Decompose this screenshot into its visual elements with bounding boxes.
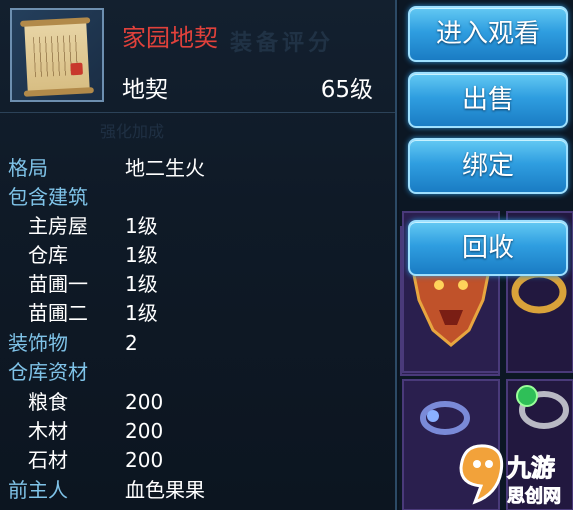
attr-value: 200 (125, 419, 164, 443)
attr-label: 前主人 (8, 478, 68, 502)
deed-scroll-icon (20, 17, 94, 97)
view-button[interactable]: 进入观看 (408, 6, 568, 62)
attr-value: 1级 (125, 214, 158, 238)
bind-button[interactable]: 绑定 (408, 138, 568, 194)
attr-value: 2 (125, 331, 138, 355)
attr-row: 格局 地二生火 (0, 154, 395, 182)
attr-row: 主房屋 1级 (0, 212, 395, 240)
attr-row: 仓库资材 (0, 358, 395, 386)
attr-value: 200 (125, 448, 164, 472)
attr-value: 200 (125, 390, 164, 414)
faint-subtitle: 强化加成 (100, 122, 165, 141)
attr-value: 地二生火 (125, 156, 205, 180)
attr-label: 主房屋 (28, 214, 88, 238)
item-name: 家园地契 (122, 24, 218, 52)
attr-row: 前主人 血色果果 (0, 476, 395, 504)
faint-title: 装备评分 (230, 31, 335, 56)
attr-row: 苗圃一 1级 (0, 270, 395, 298)
item-icon-frame (10, 8, 104, 102)
attr-label: 装饰物 (8, 331, 68, 355)
sell-button[interactable]: 出售 (408, 72, 568, 128)
item-level: 65级 (320, 77, 373, 103)
attr-label: 苗圃一 (28, 272, 88, 296)
attr-value: 1级 (125, 243, 158, 267)
attr-label: 仓库 (28, 243, 68, 267)
recycle-button[interactable]: 回收 (408, 220, 568, 276)
attr-label: 木材 (28, 419, 68, 443)
attr-row: 木材 200 (0, 417, 395, 445)
attr-row: 仓库 1级 (0, 241, 395, 269)
attr-row: 粮食 200 (0, 388, 395, 416)
item-type: 地契 (122, 77, 168, 103)
attr-value: 1级 (125, 301, 158, 325)
divider (0, 112, 395, 113)
attr-row: 装饰物 2 (0, 329, 395, 357)
attr-value: 1级 (125, 272, 158, 296)
attr-label: 格局 (8, 156, 48, 180)
attr-value: 血色果果 (125, 478, 205, 502)
item-tooltip: 装备评分 强化加成 家园地契 地契 65级 格局 地二生火 包含建筑 主房屋 1… (0, 0, 397, 510)
attr-label: 石材 (28, 448, 68, 472)
attr-row: 石材 200 (0, 446, 395, 474)
attr-row: 包含建筑 (0, 183, 395, 211)
site-watermark: 九游 思创网 (459, 444, 561, 507)
watermark-text-2: 思创网 (507, 485, 561, 507)
attr-label: 苗圃二 (28, 301, 88, 325)
attr-label: 粮食 (28, 390, 68, 414)
attr-row: 苗圃二 1级 (0, 299, 395, 327)
watermark-text-1: 九游 (506, 454, 555, 482)
attr-label: 仓库资材 (8, 360, 88, 384)
attr-label: 包含建筑 (8, 185, 88, 209)
